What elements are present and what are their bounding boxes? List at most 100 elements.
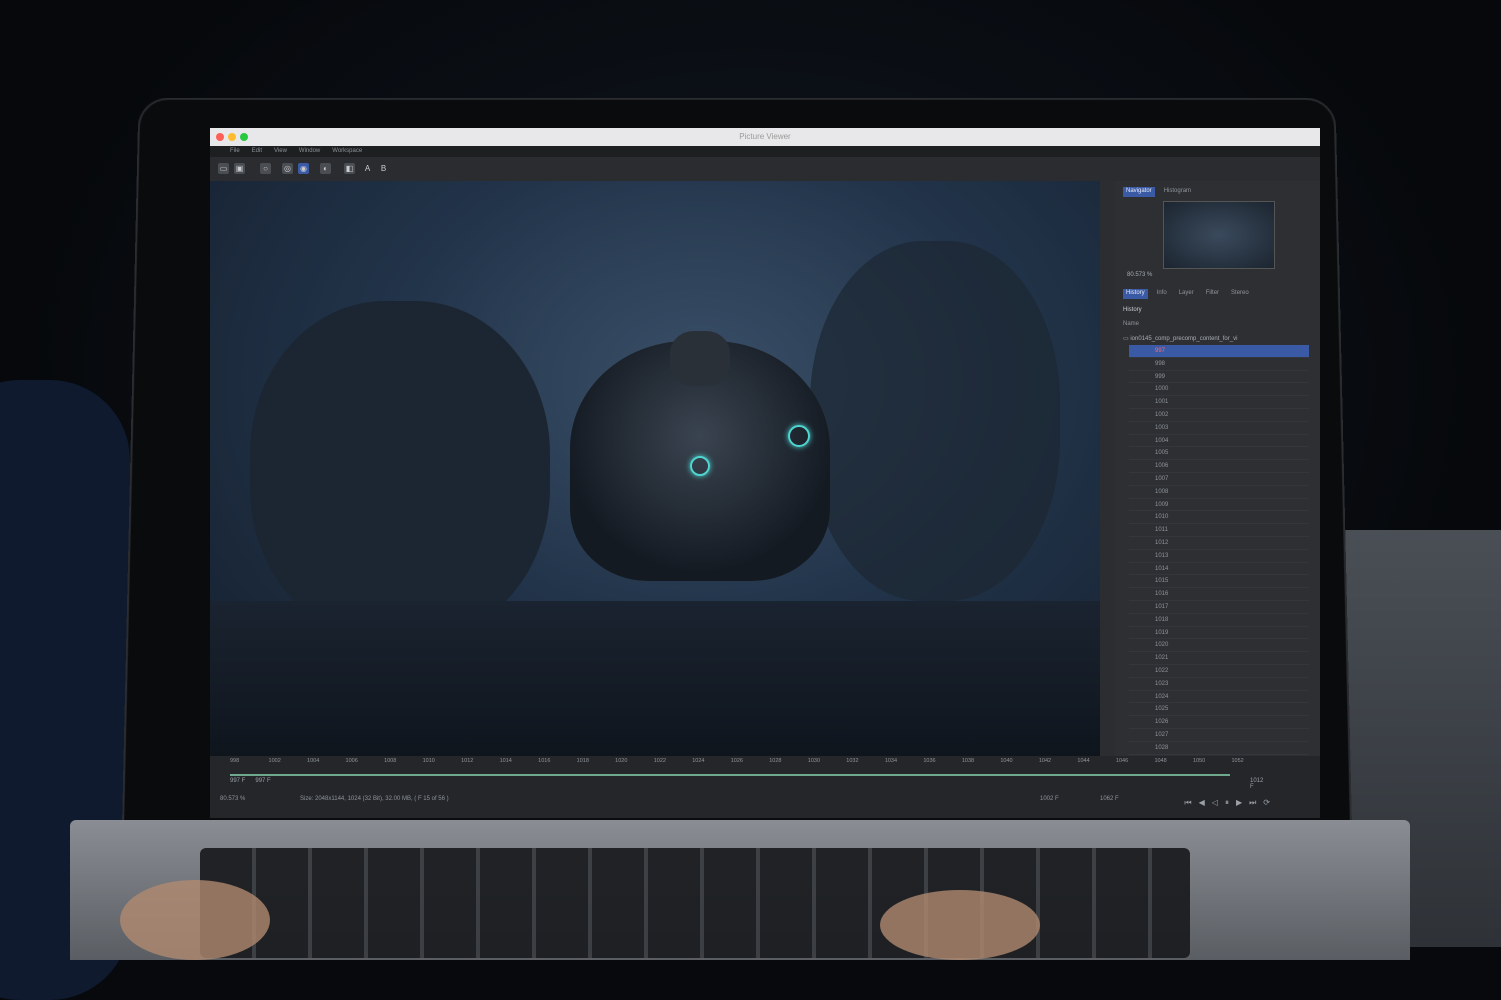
title-bar: Picture Viewer [210, 128, 1320, 146]
menu-view[interactable]: View [274, 146, 287, 157]
list-item[interactable]: 1021 [1129, 652, 1309, 665]
transport-controls: ⏮ ◀ ◁ ⏸ ▶ ⏭ ⟳ [1184, 798, 1270, 808]
list-item[interactable]: 1018 [1129, 614, 1309, 627]
image-viewport[interactable] [210, 181, 1100, 756]
play-back-icon[interactable]: ◁ [1212, 798, 1218, 808]
loop-icon[interactable]: ⟳ [1263, 798, 1270, 808]
menu-edit[interactable]: Edit [252, 146, 262, 157]
list-item[interactable]: 1005 [1129, 447, 1309, 461]
list-item[interactable]: 999 [1129, 371, 1309, 384]
play-icon[interactable]: ▶ [1236, 798, 1242, 808]
list-item[interactable]: 1023 [1129, 678, 1309, 691]
view-mode-icon[interactable]: ◉ [298, 163, 309, 174]
timeline-tick: 1002 [268, 758, 281, 764]
channel-icon[interactable]: ◧ [344, 163, 355, 174]
tab-layer[interactable]: Layer [1176, 289, 1197, 299]
status-zoom[interactable]: 80.573 % [220, 796, 245, 802]
mid-tab-row: History Info Layer Filter Stereo [1123, 289, 1252, 299]
compare-a-button[interactable]: A [362, 163, 373, 174]
left-hand [120, 880, 270, 960]
timeline-tick: 1038 [961, 758, 975, 764]
list-item[interactable]: 1008 [1129, 486, 1309, 499]
menu-workspace[interactable]: Workspace [332, 146, 362, 157]
list-item[interactable]: 1020 [1129, 639, 1309, 653]
current-frame[interactable]: 997 F [255, 778, 270, 784]
list-item[interactable]: 1007 [1129, 473, 1309, 486]
app-window: Picture Viewer File Edit View Window Wor… [210, 128, 1320, 818]
contrast-icon[interactable]: ◐ [320, 163, 331, 174]
skip-end-icon[interactable]: ⏭ [1249, 798, 1256, 808]
timeline-tick: 1050 [1192, 758, 1206, 764]
cave-rock-right [810, 241, 1060, 601]
tab-info[interactable]: Info [1154, 289, 1170, 299]
timeline-tick: 1014 [499, 758, 512, 764]
tab-stereo[interactable]: Stereo [1228, 289, 1252, 299]
timeline-ruler[interactable]: 998 1002 1004 1006 1008 1010 1012 1014 1016 1018 1… [230, 758, 1310, 774]
navigator-zoom[interactable]: 80.573 % [1127, 272, 1152, 278]
name-column-header: Name [1123, 321, 1140, 327]
comp-folder-row[interactable]: ▭ ion0145_comp_precomp_content_for_vi [1123, 335, 1313, 344]
list-item[interactable]: 998 [1129, 358, 1309, 371]
list-item[interactable]: 997 [1129, 345, 1309, 358]
menu-window[interactable]: Window [299, 146, 320, 157]
tab-filter[interactable]: Filter [1203, 289, 1222, 299]
list-item[interactable]: 1013 [1129, 550, 1309, 563]
list-item[interactable]: 1025 [1129, 703, 1309, 717]
list-item[interactable]: 1009 [1129, 499, 1309, 512]
timeline-tick: 1016 [538, 758, 551, 764]
timeline-track[interactable] [230, 774, 1230, 776]
list-item[interactable]: 1015 [1129, 575, 1309, 589]
list-item[interactable]: 1014 [1129, 563, 1309, 576]
timeline-tick: 998 [230, 758, 240, 764]
timeline-tick: 1012 [461, 758, 474, 764]
comp-name: ion0145_comp_precomp_content_for_vi [1130, 336, 1238, 342]
list-item[interactable]: 1004 [1129, 435, 1309, 448]
folder-icon[interactable]: ▭ [218, 163, 229, 174]
list-item[interactable]: 1017 [1129, 601, 1309, 614]
top-tab-row: Navigator Histogram [1123, 187, 1194, 197]
list-item[interactable]: 1024 [1129, 691, 1309, 704]
step-back-icon[interactable]: ◀ [1199, 798, 1205, 808]
list-item[interactable]: 1016 [1129, 588, 1309, 601]
list-item[interactable]: 1028 [1129, 742, 1309, 755]
list-item[interactable]: 1019 [1129, 627, 1309, 640]
list-item[interactable]: 1001 [1129, 396, 1309, 409]
timeline-tick: 1008 [384, 758, 397, 764]
keyboard [200, 848, 1190, 958]
list-item[interactable]: 1011 [1129, 524, 1309, 537]
list-item[interactable]: 1006 [1129, 460, 1309, 473]
save-icon[interactable]: ▣ [234, 163, 245, 174]
timeline-tick: 1052 [1231, 758, 1244, 764]
zoom-icon[interactable]: ○ [260, 163, 271, 174]
end-frame: 1012 F [1250, 778, 1264, 790]
timeline-tick: 1024 [692, 758, 705, 764]
list-item[interactable]: 1003 [1129, 422, 1309, 435]
tab-history[interactable]: History [1123, 289, 1148, 299]
menu-file[interactable]: File [230, 146, 240, 157]
navigator-thumbnail[interactable] [1163, 201, 1275, 269]
frame-b[interactable]: 1062 F [1100, 796, 1119, 802]
timeline-frame-labels: 997 F 997 F 1012 F [210, 778, 1263, 790]
tab-navigator[interactable]: Navigator [1123, 187, 1155, 197]
tab-histogram[interactable]: Histogram [1161, 187, 1194, 197]
list-item[interactable]: 1026 [1129, 716, 1309, 729]
timeline-tick: 1004 [307, 758, 320, 764]
skip-start-icon[interactable]: ⏮ [1184, 798, 1191, 808]
frame-a[interactable]: 1002 F [1040, 796, 1059, 802]
list-item[interactable]: 1012 [1129, 537, 1309, 550]
timeline-tick: 1020 [615, 758, 628, 764]
menu-bar: File Edit View Window Workspace [210, 146, 1320, 157]
list-item[interactable]: 1002 [1129, 409, 1309, 422]
timeline-tick: 1030 [807, 758, 821, 764]
pause-icon[interactable]: ⏸ [1225, 798, 1229, 808]
compare-b-button[interactable]: B [378, 163, 389, 174]
list-item[interactable]: 1000 [1129, 383, 1309, 397]
timeline-tick: 1018 [576, 758, 589, 764]
timeline-tick: 1034 [884, 758, 898, 764]
list-item[interactable]: 1022 [1129, 665, 1309, 678]
target-icon[interactable]: ◎ [282, 163, 293, 174]
cave-ground [210, 601, 1100, 756]
timeline-tick: 1036 [923, 758, 936, 764]
list-item[interactable]: 1010 [1129, 511, 1309, 525]
list-item[interactable]: 1027 [1129, 729, 1309, 742]
